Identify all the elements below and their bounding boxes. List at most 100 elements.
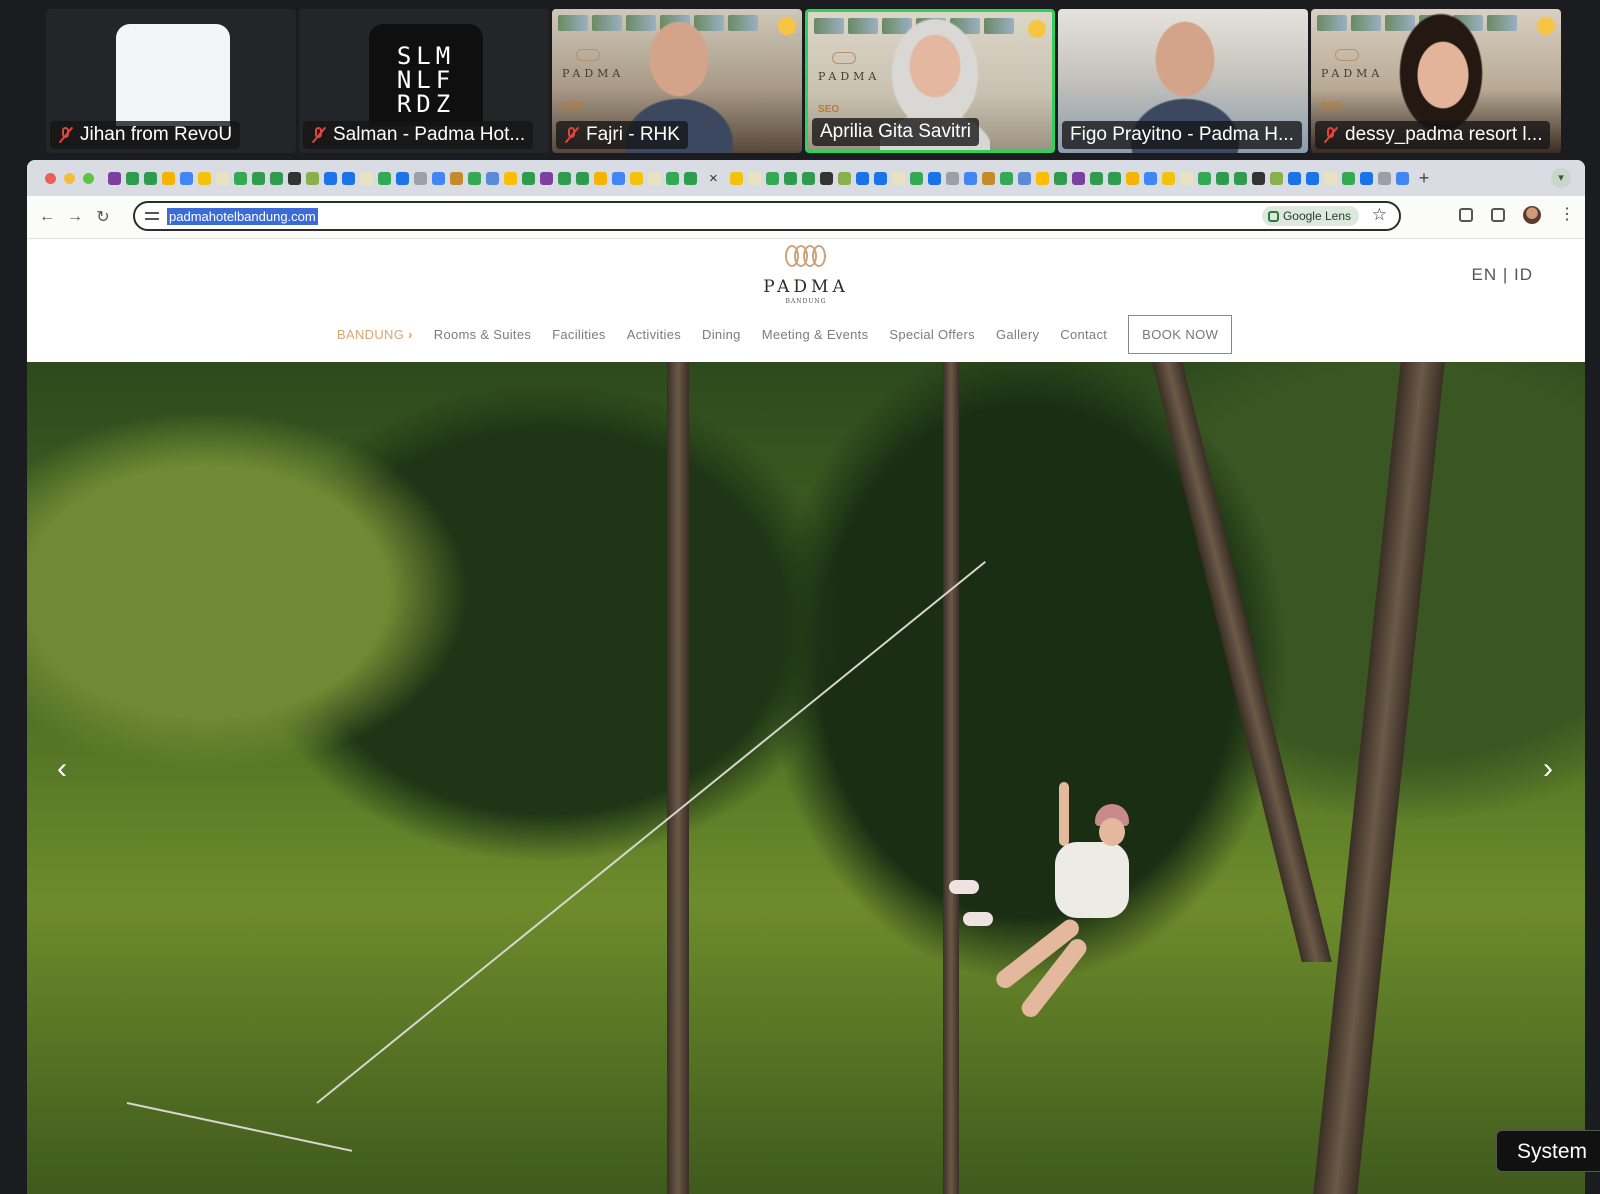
url-text[interactable]: padmahotelbandung.com <box>167 207 318 225</box>
browser-tab-favicon[interactable] <box>612 171 625 185</box>
browser-tab-favicon[interactable] <box>1251 171 1265 185</box>
browser-tab-favicon[interactable] <box>873 171 887 185</box>
browser-tab-favicon[interactable] <box>648 171 661 185</box>
padma-logo[interactable]: PADMA BANDUNG <box>27 243 1585 305</box>
browser-tab-favicon[interactable] <box>765 171 779 185</box>
browser-tab-favicon[interactable] <box>306 171 319 185</box>
browser-tab-favicon[interactable] <box>144 171 157 185</box>
browser-tab-favicon[interactable] <box>729 171 743 185</box>
book-now-button[interactable]: BOOK NOW <box>1128 315 1233 354</box>
browser-tab-favicon[interactable] <box>108 171 121 185</box>
browser-tab-favicon[interactable] <box>1341 171 1355 185</box>
browser-tab-favicon[interactable] <box>819 171 833 185</box>
nav-facilities[interactable]: Facilities <box>552 327 606 342</box>
browser-tab-favicon[interactable] <box>360 171 373 185</box>
address-bar[interactable]: padmahotelbandung.com Google Lens ☆ <box>133 201 1401 231</box>
browser-tab-favicon[interactable] <box>1359 171 1373 185</box>
browser-tab-favicon[interactable] <box>981 171 995 185</box>
forward-arrow-icon[interactable]: → <box>61 208 89 226</box>
browser-tab-favicon[interactable] <box>558 171 571 185</box>
reload-icon[interactable]: ↻ <box>89 207 117 227</box>
browser-tab-favicon[interactable] <box>801 171 815 185</box>
browser-tab-favicon[interactable] <box>1089 171 1103 185</box>
browser-tab-favicon[interactable] <box>1287 171 1301 185</box>
carousel-prev-chevron-icon[interactable]: ‹ <box>47 754 77 784</box>
browser-tab-favicon[interactable] <box>234 171 247 185</box>
nav-location-dropdown[interactable]: BANDUNG › <box>337 327 413 342</box>
maximize-window-button[interactable] <box>83 172 94 184</box>
nav-gallery[interactable]: Gallery <box>996 327 1039 342</box>
browser-tab-favicon[interactable] <box>1395 171 1409 185</box>
browser-tab-favicon[interactable] <box>504 171 517 185</box>
browser-tab-favicon[interactable] <box>909 171 923 185</box>
participant-tile[interactable]: PADMA SEO dessy_padma resort l... <box>1311 9 1561 153</box>
browser-tab-favicon[interactable] <box>126 171 139 185</box>
nav-contact[interactable]: Contact <box>1060 327 1107 342</box>
browser-tab-favicon[interactable] <box>1125 171 1139 185</box>
browser-tab-favicon[interactable] <box>1161 171 1175 185</box>
browser-tab-favicon[interactable] <box>270 171 283 185</box>
minimize-window-button[interactable] <box>64 172 75 184</box>
close-window-button[interactable] <box>45 172 56 184</box>
browser-tab-favicon[interactable] <box>1377 171 1391 185</box>
browser-tab-favicon[interactable] <box>891 171 905 185</box>
browser-tab-favicon[interactable] <box>288 171 301 185</box>
browser-tab-favicon[interactable] <box>747 171 761 185</box>
browser-tab-favicon[interactable] <box>432 171 445 185</box>
browser-tab-favicon[interactable] <box>1107 171 1121 185</box>
browser-tab-favicon[interactable] <box>1179 171 1193 185</box>
site-info-icon[interactable] <box>145 209 159 223</box>
browser-tab-favicon[interactable] <box>855 171 869 185</box>
more-menu-icon[interactable]: ⋮ <box>1559 207 1575 223</box>
nav-special-offers[interactable]: Special Offers <box>889 327 975 342</box>
browser-tab-favicon[interactable] <box>963 171 977 185</box>
browser-tab-favicon[interactable] <box>540 171 553 185</box>
browser-tab-favicon[interactable] <box>837 171 851 185</box>
browser-tab-favicon[interactable] <box>666 171 679 185</box>
browser-tab-favicon[interactable] <box>684 171 697 185</box>
browser-tab-favicon[interactable] <box>468 171 481 185</box>
extensions-icon[interactable] <box>1491 208 1505 222</box>
browser-tab-favicon[interactable] <box>198 171 211 185</box>
browser-tab-favicon[interactable] <box>180 171 193 185</box>
bookmark-star-icon[interactable]: ☆ <box>1372 205 1387 225</box>
browser-tab-favicon[interactable] <box>522 171 535 185</box>
browser-tab-favicon[interactable] <box>1143 171 1157 185</box>
browser-tab-favicon[interactable] <box>1035 171 1049 185</box>
nav-meeting-events[interactable]: Meeting & Events <box>762 327 869 342</box>
browser-tab-favicon[interactable] <box>342 171 355 185</box>
nav-rooms-suites[interactable]: Rooms & Suites <box>434 327 531 342</box>
browser-tab-favicon[interactable] <box>1197 171 1211 185</box>
browser-tab-favicon[interactable] <box>1053 171 1067 185</box>
browser-tab-favicon[interactable] <box>378 171 391 185</box>
browser-tab-favicon[interactable] <box>396 171 409 185</box>
browser-tab-favicon[interactable] <box>1305 171 1319 185</box>
browser-tab-favicon[interactable] <box>576 171 589 185</box>
participant-tile[interactable]: SLM NLF RDZ Salman - Padma Hot... <box>299 9 549 153</box>
system-notification[interactable]: System <box>1496 1130 1600 1172</box>
participant-tile[interactable]: Jihan from RevoU <box>46 9 296 153</box>
participant-tile[interactable]: PADMA SEO Fajri - RHK <box>552 9 802 153</box>
browser-tab-favicon[interactable] <box>1323 171 1337 185</box>
browser-tab-favicon[interactable] <box>783 171 797 185</box>
participant-tile-active-speaker[interactable]: PADMA SEO Aprilia Gita Savitri <box>805 9 1055 153</box>
browser-tab-favicon[interactable] <box>1071 171 1085 185</box>
new-tab-button[interactable]: + <box>1419 168 1430 189</box>
participant-tile[interactable]: Figo Prayitno - Padma H... <box>1058 9 1308 153</box>
nav-dining[interactable]: Dining <box>702 327 741 342</box>
browser-tab-favicon[interactable] <box>630 171 643 185</box>
browser-tab-favicon[interactable] <box>1215 171 1229 185</box>
browser-tab-favicon[interactable] <box>162 171 175 185</box>
tab-close-icon[interactable]: × <box>709 170 718 187</box>
cast-icon[interactable] <box>1459 208 1473 222</box>
browser-tab-favicon[interactable] <box>1269 171 1283 185</box>
browser-tab-favicon[interactable] <box>216 171 229 185</box>
browser-tab-favicon[interactable] <box>1233 171 1247 185</box>
browser-tab-favicon[interactable] <box>1017 171 1031 185</box>
google-lens-button[interactable]: Google Lens <box>1261 206 1359 226</box>
browser-tab-favicon[interactable] <box>450 171 463 185</box>
nav-activities[interactable]: Activities <box>627 327 681 342</box>
browser-tab-favicon[interactable] <box>999 171 1013 185</box>
browser-tab-favicon[interactable] <box>945 171 959 185</box>
tab-search-chevron-icon[interactable]: ▾ <box>1551 168 1571 188</box>
